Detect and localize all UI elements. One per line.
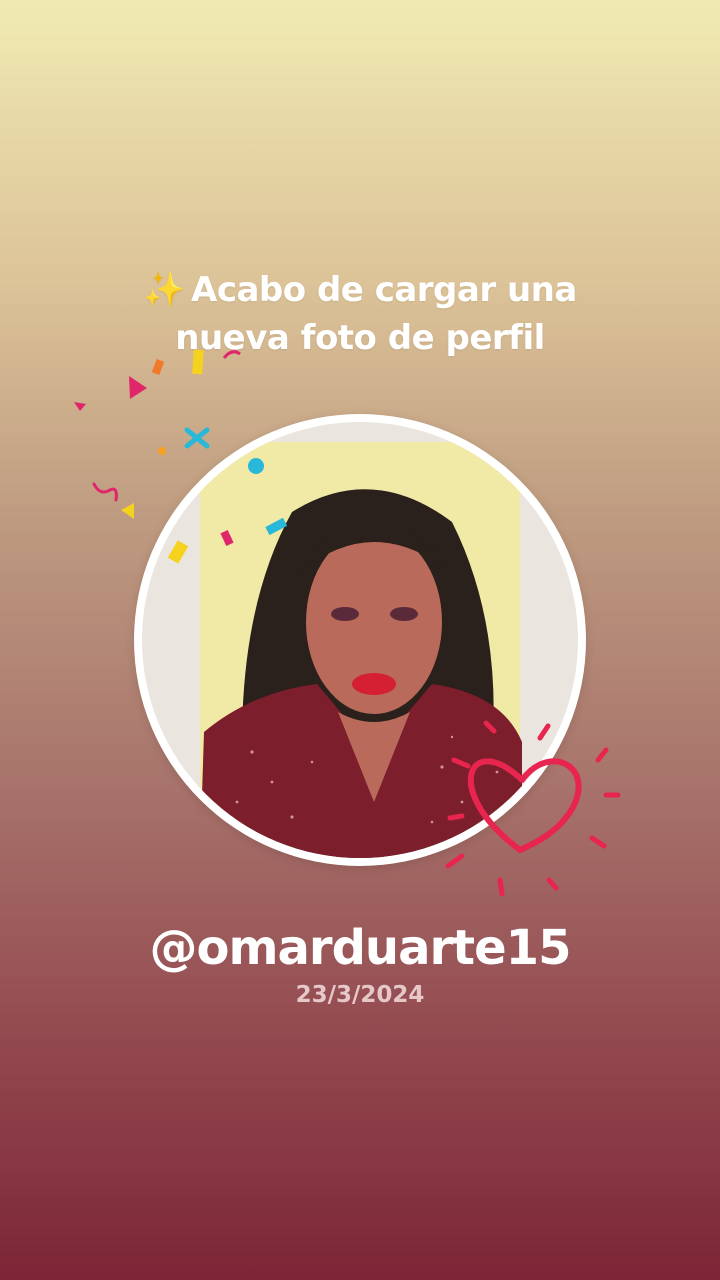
- profile-photo: [142, 422, 578, 858]
- profile-username: @omarduarte15: [149, 920, 572, 976]
- profile-photo-frame: [134, 414, 586, 866]
- sparkles-icon: ✨: [143, 270, 186, 310]
- upload-date: 23/3/2024: [295, 982, 425, 1008]
- profile-photo-image: [142, 422, 578, 858]
- headline-text-1: Acabo de cargar una: [191, 270, 577, 310]
- headline: ✨ Acabo de cargar una nueva foto de perfi…: [60, 266, 660, 362]
- headline-line-2: nueva foto de perfil: [175, 318, 545, 358]
- headline-line-1: ✨ Acabo de cargar una: [60, 266, 660, 314]
